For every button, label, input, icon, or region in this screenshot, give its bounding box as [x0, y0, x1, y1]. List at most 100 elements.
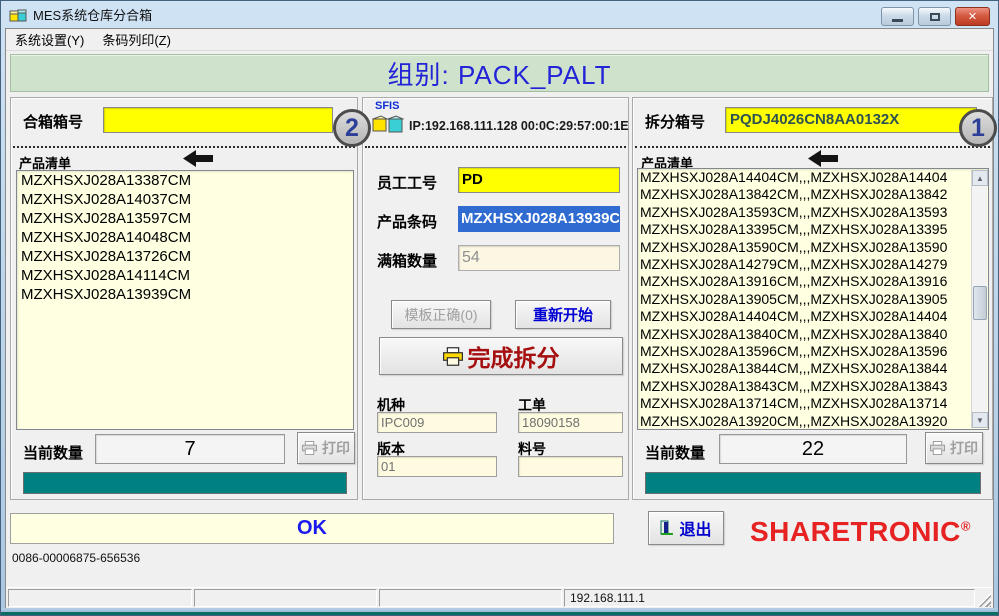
brand-logo: SHARETRONIC®	[750, 516, 971, 548]
status-cell-1	[8, 589, 192, 607]
list-item[interactable]: MZXHSXJ028A13842CM,,,MZXHSXJ028A13842	[638, 186, 971, 203]
printer-icon	[302, 441, 317, 455]
barcode-label: 产品条码	[377, 211, 437, 232]
combine-box-label: 合箱箱号	[23, 111, 83, 132]
vertical-scrollbar[interactable]: ▲ ▼	[971, 170, 987, 428]
step-badge-1: 1	[959, 109, 997, 147]
resize-grip-icon[interactable]	[977, 593, 991, 607]
registered-mark: ®	[961, 519, 971, 534]
maximize-icon	[930, 13, 940, 21]
employee-input[interactable]: PD	[458, 167, 620, 193]
maximize-button[interactable]	[918, 7, 951, 26]
menu-barcode-print[interactable]: 条码列印(Z)	[93, 28, 180, 51]
divider	[13, 146, 355, 148]
combine-product-list[interactable]: MZXHSXJ028A13387CMMZXHSXJ028A14037CMMZXH…	[16, 170, 354, 430]
list-item[interactable]: MZXHSXJ028A14114CM	[17, 266, 353, 285]
scroll-up-icon[interactable]: ▲	[972, 170, 988, 186]
minimize-button[interactable]	[881, 7, 914, 26]
template-correct-button[interactable]: 模板正确(0)	[391, 300, 491, 329]
divider	[635, 146, 990, 148]
list-item[interactable]: MZXHSXJ028A13387CM	[17, 171, 353, 190]
window-title: MES系统仓库分合箱	[33, 5, 152, 24]
group-header: 组别: PACK_PALT	[10, 54, 989, 92]
split-print-button[interactable]: 打印	[925, 432, 983, 464]
list-item[interactable]: MZXHSXJ028A13395CM,,,MZXHSXJ028A13395	[638, 221, 971, 238]
split-box-label: 拆分箱号	[645, 111, 705, 132]
list-item[interactable]: MZXHSXJ028A13920CM,,,MZXHSXJ028A13920	[638, 413, 971, 430]
step-badge-2: 2	[333, 109, 371, 147]
list-item[interactable]: MZXHSXJ028A13916CM,,,MZXHSXJ028A13916	[638, 273, 971, 290]
status-message-box: OK	[10, 513, 614, 544]
list-item[interactable]: MZXHSXJ028A13726CM	[17, 247, 353, 266]
menu-bar: 系统设置(Y) 条码列印(Z)	[6, 29, 993, 51]
printer-icon	[930, 441, 945, 455]
split-box-input[interactable]: PQDJ4026CN8AA0132X	[725, 107, 977, 133]
barcode-input[interactable]: MZXHSXJ028A13939CM	[458, 206, 620, 232]
operation-panel: SFIS IP:192.168.111.128 00:0C:29:57:00:1…	[362, 97, 629, 500]
employee-label: 员工工号	[377, 172, 437, 193]
combine-qty-value: 7	[95, 434, 285, 464]
split-qty-value: 22	[719, 434, 907, 464]
list-item[interactable]: MZXHSXJ028A13596CM,,,MZXHSXJ028A13596	[638, 343, 971, 360]
list-item[interactable]: MZXHSXJ028A14404CM,,,MZXHSXJ028A14404	[638, 308, 971, 325]
list-item[interactable]: MZXHSXJ028A13840CM,,,MZXHSXJ028A13840	[638, 326, 971, 343]
app-icon	[9, 7, 27, 23]
combine-qty-label: 当前数量	[23, 442, 83, 463]
status-bar: 192.168.111.1	[6, 587, 993, 608]
divider	[365, 146, 626, 148]
list-item[interactable]: MZXHSXJ028A13905CM,,,MZXHSXJ028A13905	[638, 291, 971, 308]
arrow-left-icon	[183, 150, 213, 167]
split-product-rows[interactable]: MZXHSXJ028A14404CM,,,MZXHSXJ028A14404MZX…	[638, 169, 971, 430]
close-icon: ✕	[968, 10, 977, 23]
combine-print-button[interactable]: 打印	[297, 432, 355, 464]
serial-number: 0086-00006875-656536	[12, 551, 140, 565]
minimize-icon	[892, 19, 903, 22]
close-button[interactable]: ✕	[955, 7, 990, 26]
finish-split-button[interactable]: 完成拆分	[379, 337, 623, 375]
list-item[interactable]: MZXHSXJ028A14048CM	[17, 228, 353, 247]
printer-icon	[443, 347, 463, 366]
client-area: 系统设置(Y) 条码列印(Z) 组别: PACK_PALT 合箱箱号 2 产品清…	[5, 28, 994, 608]
titlebar[interactable]: MES系统仓库分合箱 ✕	[1, 1, 998, 28]
sfis-boxes-icon	[371, 111, 405, 135]
scrollbar-thumb[interactable]	[973, 286, 987, 320]
list-item[interactable]: MZXHSXJ028A14404CM,,,MZXHSXJ028A14404	[638, 169, 971, 186]
list-item[interactable]: MZXHSXJ028A14279CM,,,MZXHSXJ028A14279	[638, 256, 971, 273]
scroll-down-icon[interactable]: ▼	[972, 412, 988, 428]
status-cell-ip: 192.168.111.1	[564, 589, 975, 607]
bottom-accent-line	[1, 612, 998, 615]
status-message: OK	[297, 517, 327, 540]
list-item[interactable]: MZXHSXJ028A13590CM,,,MZXHSXJ028A13590	[638, 239, 971, 256]
order-input[interactable]: 18090158	[518, 412, 623, 433]
split-panel: 拆分箱号 PQDJ4026CN8AA0132X 1 产品清单 MZXHSXJ02…	[632, 97, 993, 500]
fullbox-input[interactable]: 54	[458, 245, 620, 271]
list-item[interactable]: MZXHSXJ028A13939CM	[17, 285, 353, 304]
part-input[interactable]	[518, 456, 623, 477]
version-input[interactable]: 01	[377, 456, 497, 477]
menu-system-settings[interactable]: 系统设置(Y)	[6, 28, 93, 51]
combine-panel: 合箱箱号 2 产品清单 MZXHSXJ028A13387CMMZXHSXJ028…	[10, 97, 358, 500]
list-item[interactable]: MZXHSXJ028A13843CM,,,MZXHSXJ028A13843	[638, 378, 971, 395]
combine-box-input[interactable]	[103, 107, 333, 133]
fullbox-label: 满箱数量	[377, 250, 437, 271]
split-product-list: MZXHSXJ028A14404CM,,,MZXHSXJ028A14404MZX…	[637, 168, 989, 430]
list-item[interactable]: MZXHSXJ028A14037CM	[17, 190, 353, 209]
combine-progress-bar	[23, 472, 347, 494]
split-progress-bar	[645, 472, 981, 494]
arrow-left-icon	[808, 150, 838, 167]
list-item[interactable]: MZXHSXJ028A13593CM,,,MZXHSXJ028A13593	[638, 204, 971, 221]
group-title: 组别: PACK_PALT	[388, 55, 612, 92]
list-item[interactable]: MZXHSXJ028A13714CM,,,MZXHSXJ028A13714	[638, 395, 971, 412]
restart-button[interactable]: 重新开始	[515, 300, 611, 329]
exit-button[interactable]: 退出	[648, 511, 724, 545]
app-window: MES系统仓库分合箱 ✕ 系统设置(Y) 条码列印(Z) 组别: PACK_PA…	[0, 0, 999, 616]
sfis-ip-text: IP:192.168.111.128 00:0C:29:57:00:1E	[409, 119, 629, 133]
status-cell-2	[194, 589, 377, 607]
exit-door-icon	[660, 520, 674, 536]
barcode-selected-text: MZXHSXJ028A13939CM	[459, 207, 619, 231]
split-qty-label: 当前数量	[645, 442, 705, 463]
model-input[interactable]: IPC009	[377, 412, 497, 433]
status-cell-3	[379, 589, 562, 607]
list-item[interactable]: MZXHSXJ028A13597CM	[17, 209, 353, 228]
list-item[interactable]: MZXHSXJ028A13844CM,,,MZXHSXJ028A13844	[638, 360, 971, 377]
